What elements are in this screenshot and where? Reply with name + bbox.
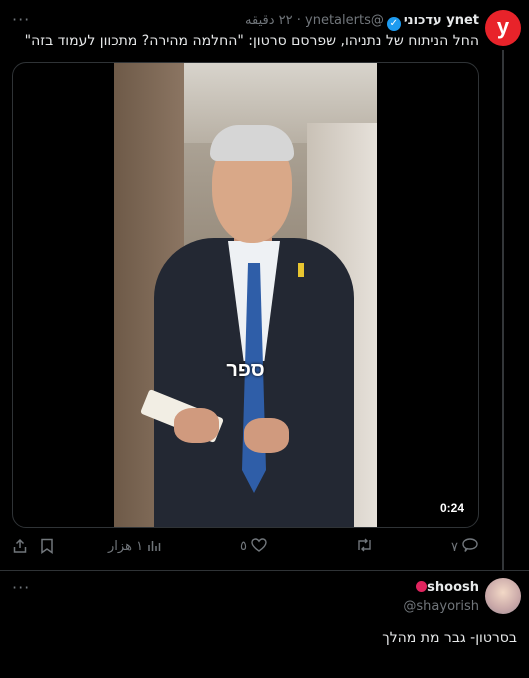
video-hand-right <box>244 418 289 453</box>
more-options-icon[interactable]: ··· <box>12 10 30 29</box>
video-frame[interactable]: ספר <box>114 63 377 527</box>
verified-badge-icon: ✓ <box>386 17 401 31</box>
reply-count: ٧ <box>451 540 458 555</box>
video-caption: ספר <box>226 359 265 381</box>
author-handle[interactable]: @ynetalerts <box>305 13 384 28</box>
ynet-avatar[interactable]: y <box>485 10 521 46</box>
tweet-text: החל הניתוח של נתניהו, שפרסם סרטון: "החלמ… <box>24 33 479 49</box>
tweet-divider <box>0 570 529 571</box>
video-person-pin <box>298 263 304 277</box>
reply-icon <box>462 538 478 552</box>
video-duration: 0:24 <box>439 501 464 515</box>
share-icon[interactable] <box>12 538 28 558</box>
video-person-hair <box>210 125 294 161</box>
views-count: ١ هزار <box>108 539 144 554</box>
reply-author-handle[interactable]: @shayorish <box>403 599 479 614</box>
views-icon <box>148 541 161 551</box>
video-player[interactable]: ספר 0:24 <box>12 62 479 528</box>
views-button[interactable]: ١ هزار <box>108 538 161 554</box>
reply-more-options-icon[interactable]: ··· <box>12 578 30 597</box>
tweet-header: ynet עדכוני✓@ynetalerts · ٢٢ دقيقه <box>245 13 479 31</box>
like-button[interactable]: ٥ <box>240 538 267 554</box>
video-hand-left <box>174 408 219 443</box>
separator-dot: · <box>296 13 301 28</box>
thread-connector-line <box>502 50 504 570</box>
bookmark-icon[interactable] <box>40 538 54 558</box>
repost-icon <box>358 538 371 552</box>
like-count: ٥ <box>240 539 247 554</box>
reply-text: בסרטון- גבר מת מהלך <box>382 630 517 646</box>
reply-author-name[interactable]: shoosh <box>427 580 479 595</box>
reply-header: shoosh <box>413 580 479 595</box>
tweet-time[interactable]: ٢٢ دقيقه <box>245 13 293 28</box>
reply-avatar[interactable] <box>485 578 521 614</box>
reply-button[interactable]: ٧ <box>451 538 478 555</box>
author-name[interactable]: ynet עדכוני <box>404 13 479 28</box>
heart-icon <box>251 538 267 552</box>
tomato-emoji-icon <box>416 581 428 592</box>
repost-button[interactable] <box>356 538 373 556</box>
